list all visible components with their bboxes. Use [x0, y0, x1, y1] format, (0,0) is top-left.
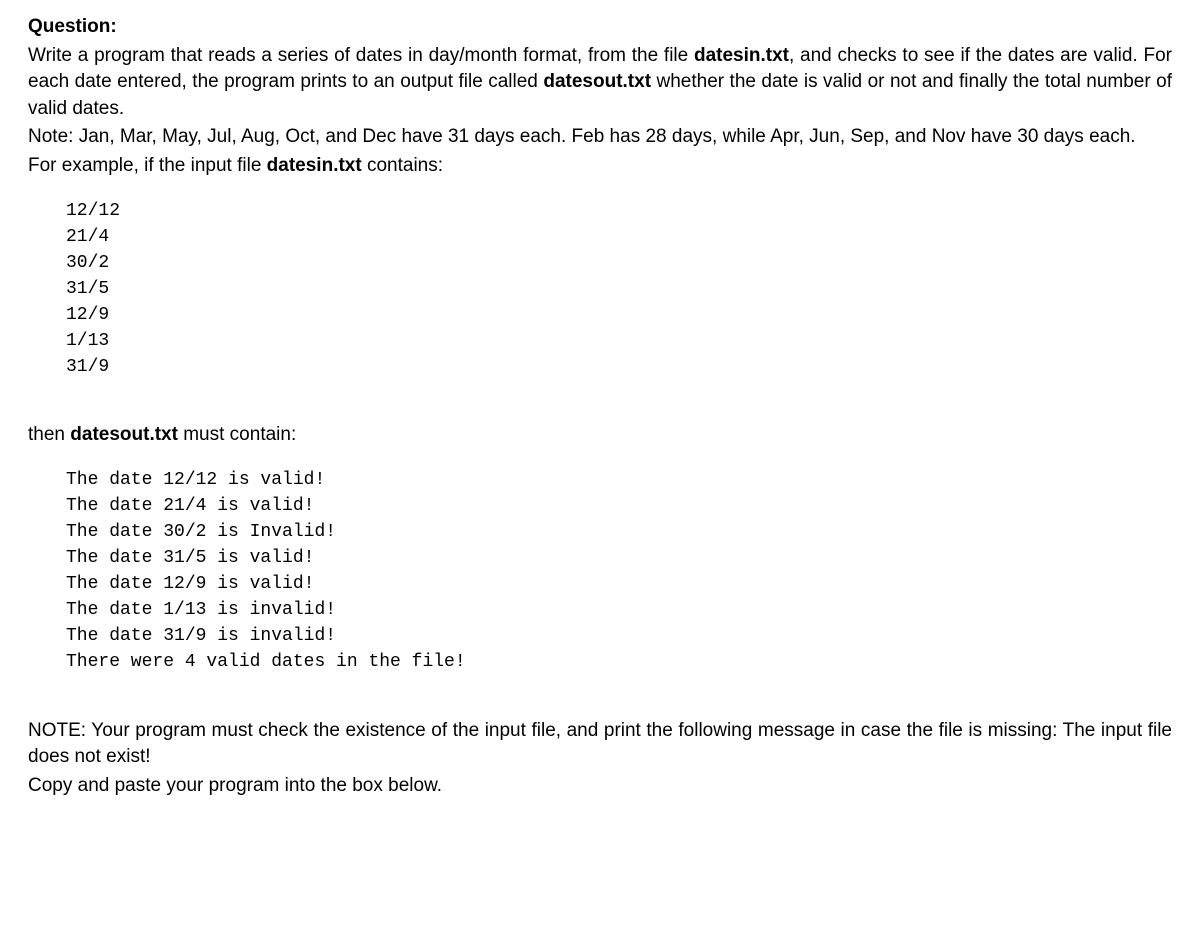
- paragraph-1: Write a program that reads a series of d…: [28, 43, 1172, 123]
- paragraph-3: For example, if the input file datesin.t…: [28, 153, 1172, 180]
- p4-text2: must contain:: [178, 424, 296, 445]
- spacer: [28, 404, 1172, 422]
- paragraph-4: then datesout.txt must contain:: [28, 422, 1172, 449]
- p4-filename: datesout.txt: [70, 424, 178, 445]
- p3-text1: For example, if the input file: [28, 155, 267, 176]
- question-heading: Question:: [28, 14, 1172, 41]
- p1-text1: Write a program that reads a series of d…: [28, 45, 694, 66]
- p3-filename: datesin.txt: [267, 155, 362, 176]
- input-file-content: 12/12 21/4 30/2 31/5 12/9 1/13 31/9: [28, 198, 1172, 381]
- output-file-content: The date 12/12 is valid! The date 21/4 i…: [28, 467, 1172, 676]
- final-text: Copy and paste your program into the box…: [28, 775, 442, 796]
- spacer-2: [28, 700, 1172, 718]
- heading-label: Question:: [28, 16, 117, 37]
- p3-text2: contains:: [362, 155, 443, 176]
- p4-text1: then: [28, 424, 70, 445]
- note-text: NOTE: Your program must check the existe…: [28, 720, 1172, 768]
- p2-text: Note: Jan, Mar, May, Jul, Aug, Oct, and …: [28, 126, 1136, 147]
- note-paragraph: NOTE: Your program must check the existe…: [28, 718, 1172, 771]
- final-paragraph: Copy and paste your program into the box…: [28, 773, 1172, 800]
- p1-filename2: datesout.txt: [543, 71, 651, 92]
- paragraph-2: Note: Jan, Mar, May, Jul, Aug, Oct, and …: [28, 124, 1172, 151]
- p1-filename1: datesin.txt: [694, 45, 789, 66]
